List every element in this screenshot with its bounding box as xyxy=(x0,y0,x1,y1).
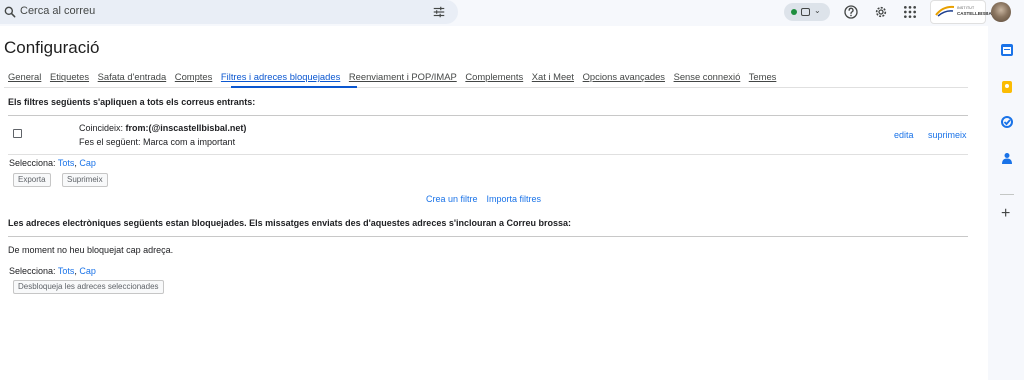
chevron-down-icon: ⌄ xyxy=(814,6,821,15)
logo-swoosh-icon xyxy=(935,5,955,17)
gear-icon[interactable] xyxy=(873,4,889,20)
filter-criteria-label: Coincideix: xyxy=(79,123,126,133)
contacts-icon[interactable] xyxy=(1001,152,1013,164)
tabs-divider xyxy=(4,87,968,88)
status-indicator[interactable]: ⌄ xyxy=(784,3,830,21)
tasks-icon[interactable] xyxy=(1001,116,1013,128)
tune-icon[interactable] xyxy=(432,5,446,19)
calendar-icon[interactable] xyxy=(1001,44,1013,56)
logo-line-1: INSTITUT xyxy=(957,6,975,10)
select-label: Selecciona: xyxy=(9,158,58,168)
blocked-empty-text: De moment no heu bloquejat cap adreça. xyxy=(8,245,174,255)
blocked-heading: Les adreces electròniques següents estan… xyxy=(8,218,572,228)
select-all-filters-link[interactable]: Tots xyxy=(58,158,75,168)
tab-accounts[interactable]: Comptes xyxy=(175,71,213,82)
filters-heading: Els filtres següents s'apliquen a tots e… xyxy=(8,97,256,107)
tab-themes[interactable]: Temes xyxy=(749,71,777,82)
status-active-dot xyxy=(791,9,797,15)
avatar[interactable] xyxy=(991,2,1011,22)
organization-logo[interactable]: INSTITUT CASTELLBISBAL xyxy=(930,0,995,24)
edit-filter-link[interactable]: edita xyxy=(894,130,914,140)
export-button[interactable]: Exporta xyxy=(13,173,51,187)
tab-advanced[interactable]: Opcions avançades xyxy=(583,71,665,82)
search-bar[interactable]: Cerca al correu xyxy=(0,0,458,24)
tab-add-ons[interactable]: Complements xyxy=(465,71,523,82)
help-icon[interactable] xyxy=(843,4,859,20)
settings-tabs: General Etiquetes Safata d'entrada Compt… xyxy=(8,71,782,82)
import-filters-link[interactable]: Importa filtres xyxy=(487,194,542,204)
tab-inbox[interactable]: Safata d'entrada xyxy=(98,71,167,82)
tab-offline[interactable]: Sense connexió xyxy=(674,71,741,82)
tab-chat-meet[interactable]: Xat i Meet xyxy=(532,71,574,82)
select-no-filters-link[interactable]: Cap xyxy=(79,158,96,168)
tab-labels[interactable]: Etiquetes xyxy=(50,71,89,82)
delete-filters-button[interactable]: Suprimeix xyxy=(62,173,108,187)
status-square-icon xyxy=(801,8,810,16)
rail-divider xyxy=(1000,194,1014,195)
filter-action: Fes el següent: Marca com a important xyxy=(79,137,236,147)
page-title: Configuració xyxy=(4,38,100,57)
filter-criteria: Coincideix: from:(@inscastellbisbal.net) xyxy=(79,123,246,133)
delete-filter-link[interactable]: suprimeix xyxy=(928,130,967,140)
active-tab-indicator xyxy=(231,86,357,88)
tab-filters-blocked[interactable]: Filtres i adreces bloquejades xyxy=(221,71,340,82)
logo-line-2: CASTELLBISBAL xyxy=(957,11,995,16)
filters-select-row: Selecciona: Tots, Cap xyxy=(9,158,96,168)
side-panel-rail: + xyxy=(988,26,1024,380)
select-all-blocked-link[interactable]: Tots xyxy=(58,266,75,276)
unblock-selected-button[interactable]: Desbloqueja les adreces seleccionades xyxy=(13,280,164,294)
select-label: Selecciona: xyxy=(9,266,58,276)
filters-divider xyxy=(8,115,968,116)
filter-actions: Crea un filtre Importa filtres xyxy=(426,194,550,204)
filter-criteria-value: from:(@inscastellbisbal.net) xyxy=(125,123,247,133)
create-filter-link[interactable]: Crea un filtre xyxy=(426,194,478,204)
select-no-blocked-link[interactable]: Cap xyxy=(79,266,96,276)
blocked-select-row: Selecciona: Tots, Cap xyxy=(9,266,96,276)
filter-row-checkbox[interactable] xyxy=(13,129,22,138)
apps-grid-icon[interactable] xyxy=(902,4,918,20)
tab-general[interactable]: General xyxy=(8,71,41,82)
top-bar: Cerca al correu ⌄ INSTITUT CASTELLBISBAL xyxy=(0,0,1024,26)
blocked-divider xyxy=(8,236,968,237)
plus-icon[interactable]: + xyxy=(1001,206,1010,222)
tab-forwarding-pop-imap[interactable]: Reenviament i POP/IMAP xyxy=(349,71,457,82)
search-input[interactable]: Cerca al correu xyxy=(20,5,95,17)
search-icon[interactable] xyxy=(3,5,17,19)
keep-icon[interactable] xyxy=(1001,81,1013,93)
filter-row: Coincideix: from:(@inscastellbisbal.net)… xyxy=(8,117,968,155)
